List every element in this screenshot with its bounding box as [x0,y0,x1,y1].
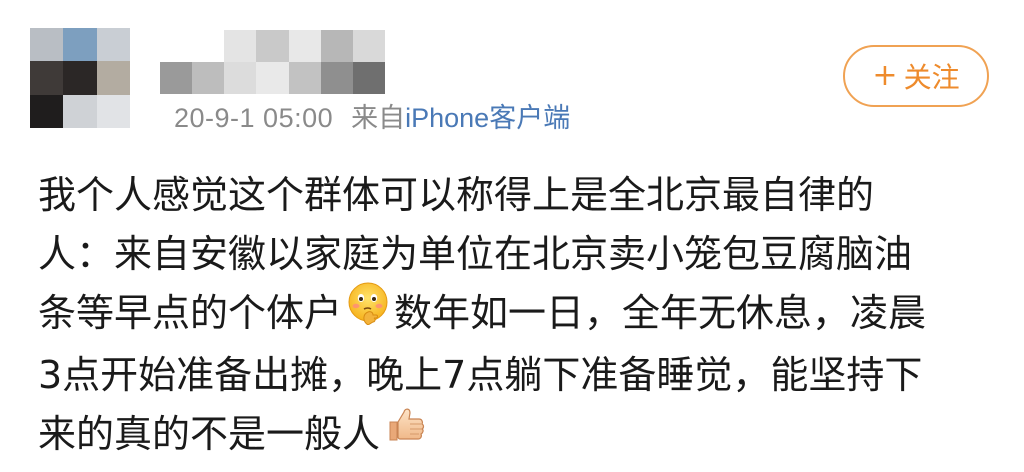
plus-icon: + [872,58,898,93]
post-content: 我个人感觉这个群体可以称得上是全北京最自律的 人：来自安徽以家庭为单位在北京卖小… [38,166,998,467]
content-text: 来的真的不是一般人 [38,412,381,456]
content-line: 人：来自安徽以家庭为单位在北京卖小笼包豆腐脑油 [38,232,913,276]
content-line: 条等早点的个体户 数年如一日，全年无休息，凌晨 [38,281,998,346]
weibo-post: 20-9-1 05:00 来自iPhone客户端 + 关注 我个人感觉这个群体可以… [0,0,1024,472]
source-prefix: 来自 [351,103,406,133]
thinking-face-icon [346,281,390,342]
content-text: 条等早点的个体户 [38,291,343,335]
content-line: 3点开始准备出摊，晚上7点躺下准备睡觉，能坚持下 [38,353,923,397]
follow-button[interactable]: + 关注 [843,45,989,107]
follow-label: 关注 [903,61,960,94]
post-timestamp: 20-9-1 05:00 [174,103,334,133]
source-link[interactable]: iPhone客户端 [405,103,570,133]
avatar[interactable] [30,28,130,128]
content-text: 数年如一日，全年无休息，凌晨 [394,291,927,335]
content-line: 我个人感觉这个群体可以称得上是全北京最自律的 [38,173,875,217]
post-meta: 20-9-1 05:00 来自iPhone客户端 [174,100,570,136]
content-line: 来的真的不是一般人 [38,405,998,467]
username[interactable] [160,30,385,94]
thumbs-up-icon [384,402,428,463]
